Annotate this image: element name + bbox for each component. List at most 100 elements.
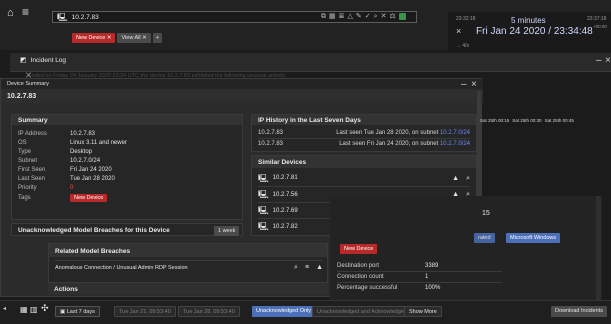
actions-section: Actions <box>48 283 328 295</box>
summary-key: Priority <box>18 185 37 191</box>
menu-icon[interactable]: ≡ <box>305 264 309 271</box>
chart-view-icon[interactable]: ▥ <box>30 306 38 314</box>
device-icon: 🖳 <box>258 173 269 183</box>
summary-key: Last Seen <box>18 176 46 182</box>
related-model-breaches: Related Model Breaches Anomalous Connect… <box>48 243 328 283</box>
prev-arrow-icon[interactable]: ◂ <box>3 305 6 312</box>
summary-value: 10.2.7.0/24 <box>70 158 101 164</box>
modal-header: Device Summary – × <box>1 79 483 90</box>
menu-icon[interactable]: ≡ <box>22 6 29 18</box>
top-buttons: New Device ✕ View All ✕ + <box>72 33 163 43</box>
status-square <box>398 13 406 20</box>
ip-history-title: IP History in the Last Seven Days <box>252 115 476 125</box>
summary-key: OS <box>18 140 27 146</box>
top-bar: ⌂ ≡ 🖳 10.2.7.83 ⧉ ▦ ≣ △ ✎ ✓ ⌕ ✕ ⚖ New De… <box>0 0 611 52</box>
rated-button[interactable]: rated <box>474 233 495 243</box>
search-icon[interactable]: ⌕ <box>466 175 470 182</box>
grid-icon[interactable]: ▦ <box>329 13 336 20</box>
current-time: Fri Jan 24 2020 / 23:34:48 <box>476 26 593 37</box>
connection-stats: Destination port 3389 Connection count 1 P… <box>337 261 502 293</box>
summary-key: IP Address <box>18 131 47 137</box>
warning-icon[interactable]: ▲ <box>452 175 459 182</box>
right-number: 15 <box>482 210 490 217</box>
ip-history-panel: IP History in the Last Seven Days 10.2.7… <box>251 114 477 152</box>
subnet-link[interactable]: 10.2.7.0/24 <box>440 130 470 136</box>
close-icon[interactable]: ✕ <box>381 13 387 20</box>
summary-value: Desktop <box>70 149 93 155</box>
clear-time-icon[interactable]: × <box>456 26 461 36</box>
bottom-bar: ◂ ▦ ▥ ✣ ▣ Last 7 days Tue Jan 21, 09:53:… <box>0 300 611 324</box>
filter-icon[interactable]: ⧉ <box>321 13 326 20</box>
calendar-icon: ▣ <box>60 309 66 315</box>
filter-unacknowledged-button[interactable]: Unacknowledged Only <box>252 306 316 317</box>
subnet-link[interactable]: 10.2.7.0/24 <box>440 141 470 147</box>
priority-value: 0 <box>70 185 74 191</box>
time-end: 23:37:18 <box>587 16 607 22</box>
search-icon[interactable]: ⌕ <box>294 264 298 271</box>
tag-new-device[interactable]: New Device <box>70 194 108 202</box>
table-row: 10.2.7.83 Last seen Fri Jan 24 2020, on … <box>258 138 470 148</box>
device-icon: 🖳 <box>258 206 269 215</box>
rate-text: → 4/s <box>456 43 470 49</box>
incident-minimize-icon[interactable]: – <box>596 55 602 66</box>
summary-key: Subnet <box>18 158 38 164</box>
zoom-icon[interactable]: ⌕ <box>374 13 378 20</box>
add-filter-button[interactable]: + <box>152 33 163 43</box>
grid-view-icon[interactable]: ▦ <box>20 306 28 314</box>
view-all-button[interactable]: View All ✕ <box>117 33 151 43</box>
download-incidents-button[interactable]: Download Incidents <box>551 306 608 317</box>
scale-icon[interactable]: ⚖ <box>389 13 395 20</box>
lower-right-scrollbar[interactable] <box>596 196 601 300</box>
summary-key: Type <box>18 149 32 155</box>
summary-key: Tags <box>18 195 31 201</box>
summary-fields: IP Address 10.2.7.83 OS Linux 3.11 and new… <box>12 125 242 202</box>
breach-name[interactable]: Anomalous Connection / Unusual Admin RDP… <box>55 265 188 271</box>
summary-key: First Seen <box>18 167 46 173</box>
device-icon: 🖳 <box>258 222 269 231</box>
related-row[interactable]: Anomalous Connection / Unusual Admin RDP… <box>55 260 323 274</box>
new-device-button[interactable]: New Device ✕ <box>72 33 116 43</box>
device-ip-heading: 10.2.7.83 <box>7 93 37 100</box>
puzzle-icon[interactable]: ✣ <box>41 304 49 313</box>
filter-both-button[interactable]: Unacknowledged and Acknowledged <box>312 306 412 317</box>
warning-icon[interactable]: △ <box>348 13 353 20</box>
lower-right-pane: 15 rated Microsoft Windows New Device De… <box>330 196 602 300</box>
list-item[interactable]: 🖳 10.2.7.81 ▲ ⌕ <box>258 170 470 186</box>
summary-panel: Summary IP Address 10.2.7.83 OS Linux 3.11… <box>11 114 243 220</box>
toolbar-icons: ⧉ ▦ ≣ △ ✎ ✓ ⌕ ✕ ⚖ <box>321 13 406 20</box>
from-date-input[interactable]: Tue Jan 21, 09:53:40 <box>114 306 176 317</box>
new-device-tag[interactable]: New Device <box>340 244 378 254</box>
pen-icon[interactable]: ✎ <box>356 13 362 20</box>
time-start: 23:32:18 <box>456 16 476 22</box>
breaches-title: Unacknowledged Model Breaches for this D… <box>18 227 170 234</box>
device-ip-text: 10.2.7.83 <box>71 13 99 21</box>
breaches-header: Unacknowledged Model Breaches for this D… <box>11 223 243 236</box>
summary-value: Tue Jan 28 2020 <box>70 176 115 182</box>
device-search-box[interactable]: 🖳 10.2.7.83 ⧉ ▦ ≣ △ ✎ ✓ ⌕ ✕ ⚖ <box>52 11 417 23</box>
time-range-select[interactable]: ▣ Last 7 days <box>55 306 100 317</box>
show-more-button[interactable]: Show More <box>404 306 442 317</box>
warning-icon[interactable]: ▲ <box>316 264 323 271</box>
actions-title: Actions <box>54 286 78 293</box>
similar-devices-title: Similar Devices <box>252 156 476 168</box>
table-row: 10.2.7.83 Last seen Tue Jan 28 2020, on … <box>258 130 470 136</box>
summary-title: Summary <box>12 115 242 125</box>
summary-value: Linux 3.11 and newer <box>70 140 127 146</box>
microsoft-windows-button[interactable]: Microsoft Windows <box>506 233 561 243</box>
device-icon: 🖳 <box>258 190 269 199</box>
incident-title: ◩ Incident Log <box>20 57 67 64</box>
list-icon[interactable]: ≣ <box>339 13 345 20</box>
check-icon[interactable]: ✓ <box>365 13 371 20</box>
modal-title: Device Summary <box>7 81 49 87</box>
time-window[interactable]: 5 minutes <box>511 16 546 25</box>
summary-value: 10.2.7.83 <box>70 131 96 137</box>
modal-subheader: 10.2.7.83 <box>1 89 483 103</box>
incident-close-icon[interactable]: × <box>605 55 611 66</box>
to-date-input[interactable]: Tue Jan 28, 09:53:40 <box>178 306 240 317</box>
timeline-ticks: Sat 25th 00:15 Sat 25th 00:30 Sat 25th 0… <box>480 118 574 123</box>
home-icon[interactable]: ⌂ <box>7 8 14 19</box>
summary-value: Fri Jan 24 2020 <box>70 167 112 173</box>
breaches-range-button[interactable]: 1 week <box>214 226 240 236</box>
time-panel: 23:32:18 5 minutes 23:37:18 +00:00 × Fri… <box>448 12 611 52</box>
device-icon: 🖳 <box>57 12 68 22</box>
